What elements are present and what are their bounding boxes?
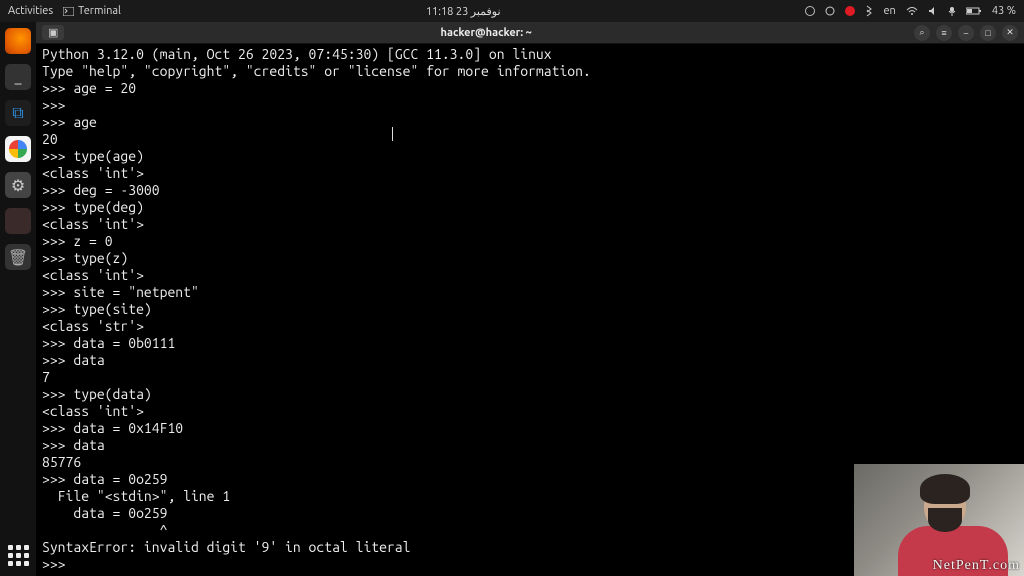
screencast-icon[interactable] xyxy=(805,6,815,16)
notification-dot-icon[interactable] xyxy=(845,6,855,16)
dock-app-icon[interactable] xyxy=(5,208,31,234)
hamburger-menu-icon[interactable]: ≡ xyxy=(936,25,952,41)
close-button[interactable]: ✕ xyxy=(1002,25,1018,41)
text-cursor-ibeam xyxy=(392,127,393,141)
window-title: hacker@hacker: ~ xyxy=(64,27,908,39)
window-titlebar: ▣ hacker@hacker: ~ ⌕ ≡ – □ ✕ xyxy=(36,22,1024,44)
clock[interactable]: 11:18 23 نوفمبر xyxy=(121,5,806,18)
maximize-button[interactable]: □ xyxy=(980,25,996,41)
show-applications-icon[interactable] xyxy=(5,542,31,568)
keyboard-layout[interactable]: en xyxy=(883,5,895,17)
battery-percent: 43 % xyxy=(992,5,1016,17)
battery-icon[interactable] xyxy=(966,7,982,15)
terminal-tab[interactable]: ▣ xyxy=(42,25,64,40)
dock-trash-icon[interactable]: 🗑 xyxy=(5,244,31,270)
tab-icon: ▣ xyxy=(48,26,58,39)
mic-icon[interactable] xyxy=(948,6,956,16)
dock: _ ⧉ ⚙ 🗑 xyxy=(0,22,36,576)
wifi-icon[interactable] xyxy=(906,6,918,16)
dock-vscode-icon[interactable]: ⧉ xyxy=(5,100,31,126)
app-indicator-label: Terminal xyxy=(78,5,121,17)
dock-chromium-icon[interactable] xyxy=(5,136,31,162)
search-button[interactable]: ⌕ xyxy=(914,25,930,41)
terminal-app-indicator[interactable]: Terminal xyxy=(63,5,121,17)
gnome-topbar: Activities Terminal 11:18 23 نوفمبر en 4… xyxy=(0,0,1024,22)
minimize-button[interactable]: – xyxy=(958,25,974,41)
webcam-overlay: NetPenT.com xyxy=(854,464,1024,576)
tray-icon[interactable] xyxy=(825,6,835,16)
dock-terminal-icon[interactable]: _ xyxy=(5,64,31,90)
dock-settings-icon[interactable]: ⚙ xyxy=(5,172,31,198)
volume-icon[interactable] xyxy=(928,6,938,16)
webcam-brand-watermark: NetPenT.com xyxy=(933,558,1020,574)
activities-button[interactable]: Activities xyxy=(8,5,53,17)
bluetooth-icon[interactable] xyxy=(865,5,873,17)
dock-firefox-icon[interactable] xyxy=(5,28,31,54)
